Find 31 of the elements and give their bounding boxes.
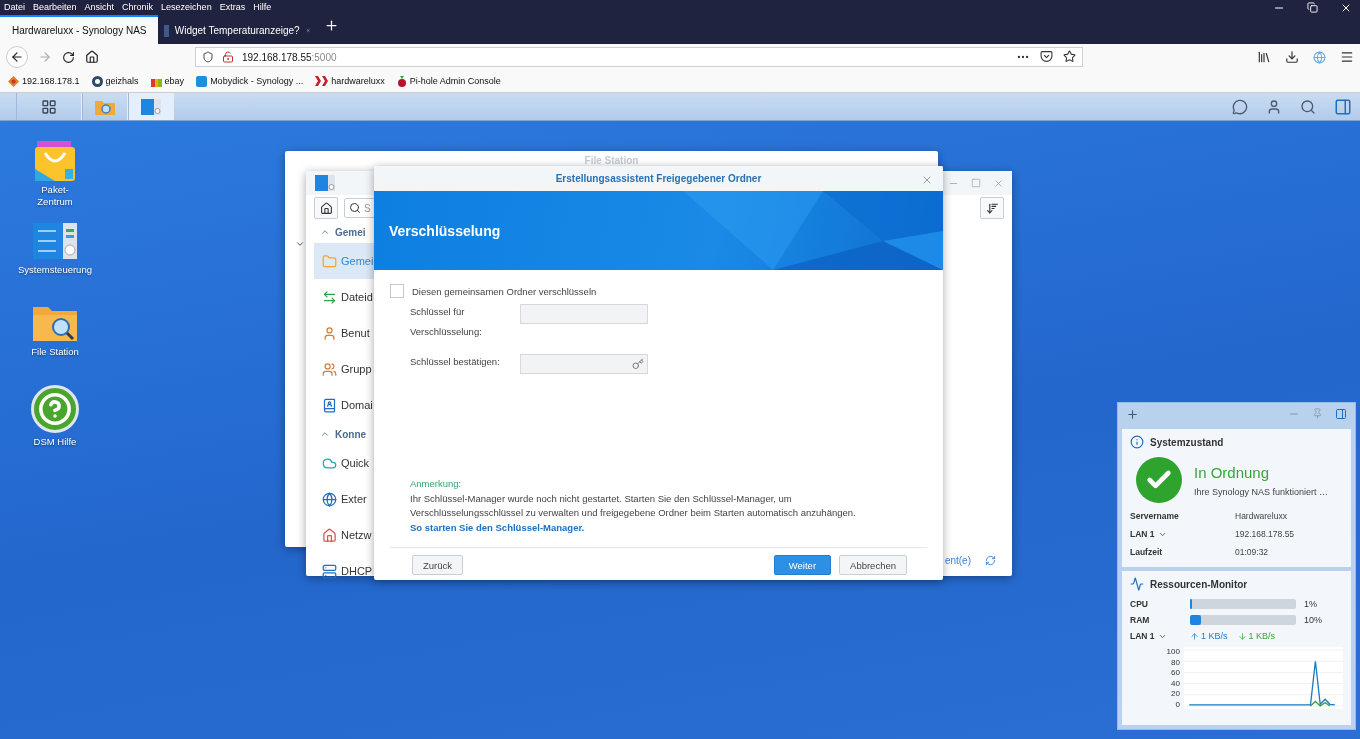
axis-tick-label: 80 xyxy=(1170,657,1180,667)
dialog-heading: Verschlüsselung xyxy=(389,222,501,239)
axis-tick-label: 20 xyxy=(1170,689,1180,699)
status-text: ent(e) xyxy=(944,555,971,566)
meter-label: RAM xyxy=(1130,615,1151,625)
card-title: Ressourcen-Monitor xyxy=(1150,578,1248,590)
usage-reading: 10% xyxy=(1303,615,1323,625)
info-label: Servername xyxy=(1130,511,1180,521)
download-rate: 1 KB/s xyxy=(1248,631,1276,641)
axis-tick-label: 60 xyxy=(1170,668,1180,678)
field-label: Schlüssel bestätigen: xyxy=(410,355,501,369)
axis-tick-label: 40 xyxy=(1170,678,1180,688)
field-label: Schlüssel für Verschlüsselung: xyxy=(410,305,483,339)
usage-reading: 1% xyxy=(1303,599,1318,609)
status-description: Ihre Synology NAS funktioniert … xyxy=(1194,486,1329,497)
note-title: Anmerkung: xyxy=(410,477,463,491)
card-title: Systemzustand xyxy=(1150,436,1224,448)
info-value: Hardwareluxx xyxy=(1235,511,1288,521)
checkbox-label: Diesen gemeinsamen Ordner verschlüsseln xyxy=(412,285,597,297)
meter-label: CPU xyxy=(1130,599,1149,609)
info-value: 192.168.178.55 xyxy=(1235,529,1296,539)
window-title: File Station xyxy=(583,155,640,166)
upload-rate: 1 KB/s xyxy=(1201,631,1228,641)
axis-tick-label: 100 xyxy=(1165,647,1180,656)
url-text: 192.168.178.55:5000 xyxy=(242,51,337,63)
info-value: 01:09:32 xyxy=(1235,547,1270,557)
note-text: Ihr Schlüssel-Manager wurde noch nicht gestartet. Starten Sie den Schlüssel-Manager, um Verschlüsselungsschlüssel zu verwalten und freigegebene Ordner beim Starten automatisch anzuhängen. So starten Sie den Schlüssel-Manager. xyxy=(410,491,857,535)
axis-tick-label: 0 xyxy=(1174,699,1180,709)
status-title: In Ordnung xyxy=(1194,463,1271,481)
dialog-title: Erstellungsassistent Freigegebener Ordner xyxy=(555,173,762,184)
info-label: Laufzeit xyxy=(1130,547,1164,557)
